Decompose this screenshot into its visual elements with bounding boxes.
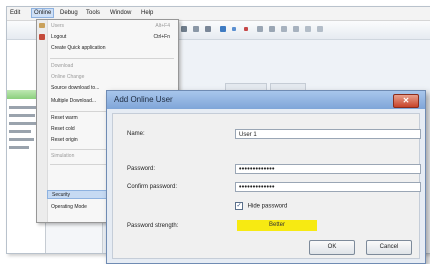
menu-window[interactable]: Window xyxy=(110,10,131,16)
menu-item-label: Source download to... xyxy=(51,85,100,91)
menu-separator xyxy=(50,58,174,59)
toolbar-tool-icon[interactable] xyxy=(232,27,236,31)
tree-item[interactable] xyxy=(9,138,34,141)
toolbar-tool-icon[interactable] xyxy=(205,26,211,32)
tree-item[interactable] xyxy=(9,146,29,149)
name-label: Name: xyxy=(127,131,145,137)
hide-password-label: Hide password xyxy=(247,203,288,210)
add-online-user-dialog: Add Online User ✕ Name: User 1 Password:… xyxy=(106,90,426,264)
password-strength-label: Password strength: xyxy=(127,223,179,229)
dialog-body: Name: User 1 Password: ••••••••••••• Con… xyxy=(112,113,421,259)
menu-tools[interactable]: Tools xyxy=(86,10,100,16)
logout-icon xyxy=(39,34,45,40)
menu-item-users[interactable]: Users Alt+F4 xyxy=(48,22,176,31)
menu-item-label: Operating Mode xyxy=(51,204,87,210)
toolbar-tool-icon[interactable] xyxy=(317,26,323,32)
menu-item-label: Create Quick application xyxy=(51,45,106,51)
menu-item-label: Reset cold xyxy=(51,126,75,132)
menu-edit[interactable]: Edit xyxy=(10,10,20,16)
tree-item[interactable] xyxy=(9,106,39,109)
dialog-title: Add Online User xyxy=(114,95,173,104)
name-field[interactable]: User 1 xyxy=(235,129,421,139)
users-icon xyxy=(39,23,45,28)
toolbar-tool-icon[interactable] xyxy=(244,27,248,31)
toolbar-tool-icon[interactable] xyxy=(257,26,263,32)
menu-item-online-change[interactable]: Online Change xyxy=(48,73,176,82)
cancel-button[interactable]: Cancel xyxy=(366,240,412,255)
menu-item-label: Online Change xyxy=(51,74,85,80)
confirm-password-field[interactable]: ••••••••••••• xyxy=(235,182,421,192)
ok-button[interactable]: OK xyxy=(309,240,355,255)
toolbar-tool-icon[interactable] xyxy=(293,26,299,32)
menu-debug[interactable]: Debug xyxy=(60,10,78,16)
menu-item-label: Reset origin xyxy=(51,137,78,143)
menu-item-shortcut: Ctrl+Fn xyxy=(153,34,170,40)
menu-online[interactable]: Online xyxy=(31,8,55,18)
menu-item-download[interactable]: Download xyxy=(48,62,176,71)
password-label: Password: xyxy=(127,166,156,172)
toolbar-tool-icon[interactable] xyxy=(193,26,199,32)
confirm-password-label: Confirm password: xyxy=(127,184,178,190)
close-icon: ✕ xyxy=(402,96,410,105)
menu-item-label: Multiple Download... xyxy=(51,98,97,104)
menu-item-label: Logout xyxy=(51,34,67,40)
menu-item-label: Reset warm xyxy=(51,115,78,121)
tree-item[interactable] xyxy=(9,122,37,125)
hide-password-checkbox[interactable]: ✓ xyxy=(235,202,243,210)
tree-item[interactable] xyxy=(9,114,35,117)
menu-item-label: Download xyxy=(51,63,74,69)
tree-item[interactable] xyxy=(9,130,31,133)
close-button[interactable]: ✕ xyxy=(393,94,419,108)
password-strength-indicator: Better xyxy=(237,220,317,231)
toolbar-tool-icon[interactable] xyxy=(269,26,275,32)
dialog-titlebar[interactable]: Add Online User ✕ xyxy=(107,91,425,109)
toolbar-tool-icon[interactable] xyxy=(305,26,311,32)
toolbar-tool-icon[interactable] xyxy=(220,26,226,32)
toolbar-tool-icon[interactable] xyxy=(181,26,187,32)
menu-item-create-quick-application[interactable]: Create Quick application xyxy=(48,44,176,53)
password-field[interactable]: ••••••••••••• xyxy=(235,164,421,174)
toolbar-tool-icon[interactable] xyxy=(281,26,287,32)
menu-item-logout[interactable]: Logout Ctrl+Fn xyxy=(48,33,176,42)
menu-item-label: Security xyxy=(52,192,71,198)
hide-password-row[interactable]: ✓ Hide password xyxy=(235,202,287,210)
menu-help[interactable]: Help xyxy=(141,10,153,16)
menu-item-shortcut: Alt+F4 xyxy=(155,23,170,29)
menu-item-label: Simulation xyxy=(51,153,75,159)
menu-item-label: Users xyxy=(51,23,65,29)
